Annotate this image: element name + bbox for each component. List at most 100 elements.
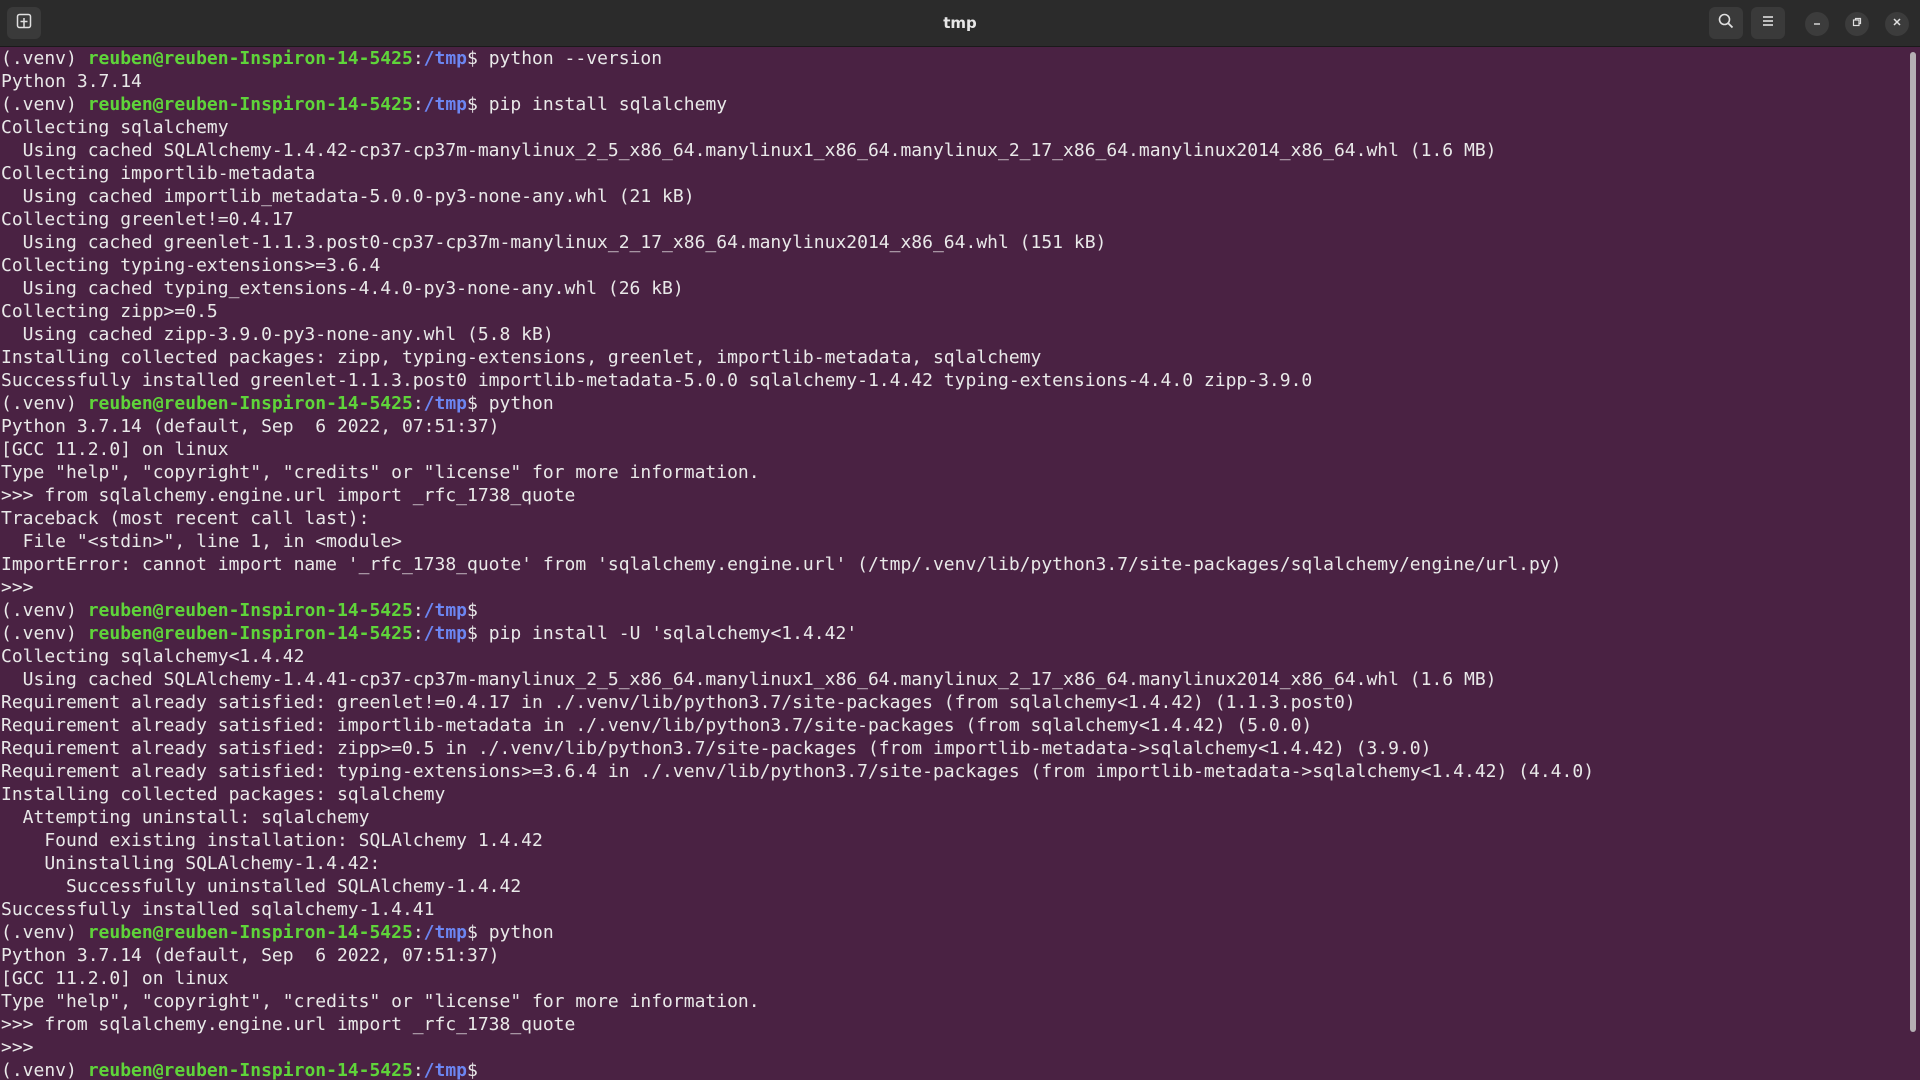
prompt-dollar: $ xyxy=(467,623,489,644)
prompt-dollar: $ xyxy=(467,600,489,621)
minimize-icon xyxy=(1811,15,1823,33)
prompt-venv: (.venv) xyxy=(1,623,88,644)
prompt-path: /tmp xyxy=(423,922,468,943)
terminal-output[interactable]: (.venv) reuben@reuben-Inspiron-14-5425:/… xyxy=(0,47,1907,1080)
prompt-line: (.venv) reuben@reuben-Inspiron-14-5425:/… xyxy=(1,622,1907,645)
output-line: File "<stdin>", line 1, in <module> xyxy=(1,531,402,552)
menu-button[interactable] xyxy=(1751,7,1785,39)
prompt-line: (.venv) reuben@reuben-Inspiron-14-5425:/… xyxy=(1,1059,1907,1080)
command-text: python xyxy=(488,393,554,414)
prompt-colon: : xyxy=(412,393,424,414)
output-line: Requirement already satisfied: typing-ex… xyxy=(1,761,1595,782)
hamburger-menu-icon xyxy=(1759,12,1777,35)
command-text: python --version xyxy=(488,48,663,69)
prompt-userhost: reuben@reuben-Inspiron-14-5425 xyxy=(87,922,413,943)
new-tab-button[interactable] xyxy=(7,7,41,39)
prompt-path: /tmp xyxy=(423,94,468,115)
prompt-venv: (.venv) xyxy=(1,600,88,621)
prompt-line: (.venv) reuben@reuben-Inspiron-14-5425:/… xyxy=(1,599,1907,622)
prompt-path: /tmp xyxy=(423,48,468,69)
output-line: >>> from sqlalchemy.engine.url import _r… xyxy=(1,485,576,506)
prompt-colon: : xyxy=(412,1060,424,1080)
prompt-venv: (.venv) xyxy=(1,48,88,69)
output-line: Collecting sqlalchemy<1.4.42 xyxy=(1,646,305,667)
prompt-userhost: reuben@reuben-Inspiron-14-5425 xyxy=(87,48,413,69)
output-line: Using cached zipp-3.9.0-py3-none-any.whl… xyxy=(1,324,554,345)
prompt-venv: (.venv) xyxy=(1,1060,88,1080)
prompt-venv: (.venv) xyxy=(1,94,88,115)
output-line: Python 3.7.14 (default, Sep 6 2022, 07:5… xyxy=(1,945,500,966)
prompt-colon: : xyxy=(412,600,424,621)
prompt-path: /tmp xyxy=(423,1060,468,1080)
prompt-dollar: $ xyxy=(467,393,489,414)
output-line: Collecting typing-extensions>=3.6.4 xyxy=(1,255,381,276)
prompt-dollar: $ xyxy=(467,922,489,943)
close-icon xyxy=(1891,15,1903,33)
restore-button[interactable] xyxy=(1845,12,1869,36)
prompt-line: (.venv) reuben@reuben-Inspiron-14-5425:/… xyxy=(1,921,1907,944)
prompt-colon: : xyxy=(412,48,424,69)
output-line: >>> from sqlalchemy.engine.url import _r… xyxy=(1,1014,576,1035)
output-line: Using cached SQLAlchemy-1.4.42-cp37-cp37… xyxy=(1,140,1497,161)
search-button[interactable] xyxy=(1709,7,1743,39)
output-line: Requirement already satisfied: importlib… xyxy=(1,715,1313,736)
scrollbar[interactable] xyxy=(1910,52,1916,1032)
output-line: Type "help", "copyright", "credits" or "… xyxy=(1,991,760,1012)
prompt-dollar: $ xyxy=(467,48,489,69)
close-button[interactable] xyxy=(1885,12,1909,36)
output-line: Requirement already satisfied: greenlet!… xyxy=(1,692,1356,713)
output-line: Installing collected packages: sqlalchem… xyxy=(1,784,446,805)
prompt-line: (.venv) reuben@reuben-Inspiron-14-5425:/… xyxy=(1,47,1907,70)
output-line: Collecting zipp>=0.5 xyxy=(1,301,218,322)
prompt-venv: (.venv) xyxy=(1,922,88,943)
output-line: Requirement already satisfied: zipp>=0.5… xyxy=(1,738,1432,759)
output-line: Successfully uninstalled SQLAlchemy-1.4.… xyxy=(1,876,522,897)
output-line: Using cached SQLAlchemy-1.4.41-cp37-cp37… xyxy=(1,669,1497,690)
output-line: Successfully installed sqlalchemy-1.4.41 xyxy=(1,899,435,920)
new-tab-icon xyxy=(15,12,33,35)
command-text: pip install -U 'sqlalchemy<1.4.42' xyxy=(488,623,858,644)
prompt-line: (.venv) reuben@reuben-Inspiron-14-5425:/… xyxy=(1,392,1907,415)
minimize-button[interactable] xyxy=(1805,12,1829,36)
output-line: >>> xyxy=(1,1037,34,1058)
output-line: Attempting uninstall: sqlalchemy xyxy=(1,807,370,828)
prompt-path: /tmp xyxy=(423,600,468,621)
prompt-colon: : xyxy=(412,94,424,115)
terminal-window: tmp (.venv) reuben@reuben-Inspiron-14-54… xyxy=(0,0,1920,1080)
title-bar[interactable]: tmp xyxy=(0,0,1920,47)
prompt-userhost: reuben@reuben-Inspiron-14-5425 xyxy=(87,94,413,115)
output-line: Collecting greenlet!=0.4.17 xyxy=(1,209,294,230)
output-line: >>> xyxy=(1,577,34,598)
prompt-userhost: reuben@reuben-Inspiron-14-5425 xyxy=(87,600,413,621)
prompt-dollar: $ xyxy=(467,94,489,115)
prompt-userhost: reuben@reuben-Inspiron-14-5425 xyxy=(87,623,413,644)
output-line: ImportError: cannot import name '_rfc_17… xyxy=(1,554,1562,575)
output-line: Type "help", "copyright", "credits" or "… xyxy=(1,462,760,483)
output-line: Python 3.7.14 (default, Sep 6 2022, 07:5… xyxy=(1,416,500,437)
prompt-path: /tmp xyxy=(423,393,468,414)
output-line: Successfully installed greenlet-1.1.3.po… xyxy=(1,370,1313,391)
output-line: Uninstalling SQLAlchemy-1.4.42: xyxy=(1,853,381,874)
prompt-userhost: reuben@reuben-Inspiron-14-5425 xyxy=(87,393,413,414)
search-icon xyxy=(1717,12,1735,35)
window-title: tmp xyxy=(943,14,977,32)
restore-icon xyxy=(1851,15,1863,33)
output-line: Using cached typing_extensions-4.4.0-py3… xyxy=(1,278,684,299)
prompt-line: (.venv) reuben@reuben-Inspiron-14-5425:/… xyxy=(1,93,1907,116)
output-line: [GCC 11.2.0] on linux xyxy=(1,439,229,460)
prompt-venv: (.venv) xyxy=(1,393,88,414)
prompt-colon: : xyxy=(412,922,424,943)
output-line: Using cached importlib_metadata-5.0.0-py… xyxy=(1,186,695,207)
command-text: pip install sqlalchemy xyxy=(488,94,728,115)
output-line: Traceback (most recent call last): xyxy=(1,508,370,529)
output-line: [GCC 11.2.0] on linux xyxy=(1,968,229,989)
output-line: Python 3.7.14 xyxy=(1,71,142,92)
output-line: Collecting sqlalchemy xyxy=(1,117,229,138)
prompt-dollar: $ xyxy=(467,1060,489,1080)
output-line: Installing collected packages: zipp, typ… xyxy=(1,347,1042,368)
output-line: Collecting importlib-metadata xyxy=(1,163,316,184)
prompt-path: /tmp xyxy=(423,623,468,644)
output-line: Using cached greenlet-1.1.3.post0-cp37-c… xyxy=(1,232,1107,253)
command-text: python xyxy=(488,922,554,943)
output-line: Found existing installation: SQLAlchemy … xyxy=(1,830,543,851)
